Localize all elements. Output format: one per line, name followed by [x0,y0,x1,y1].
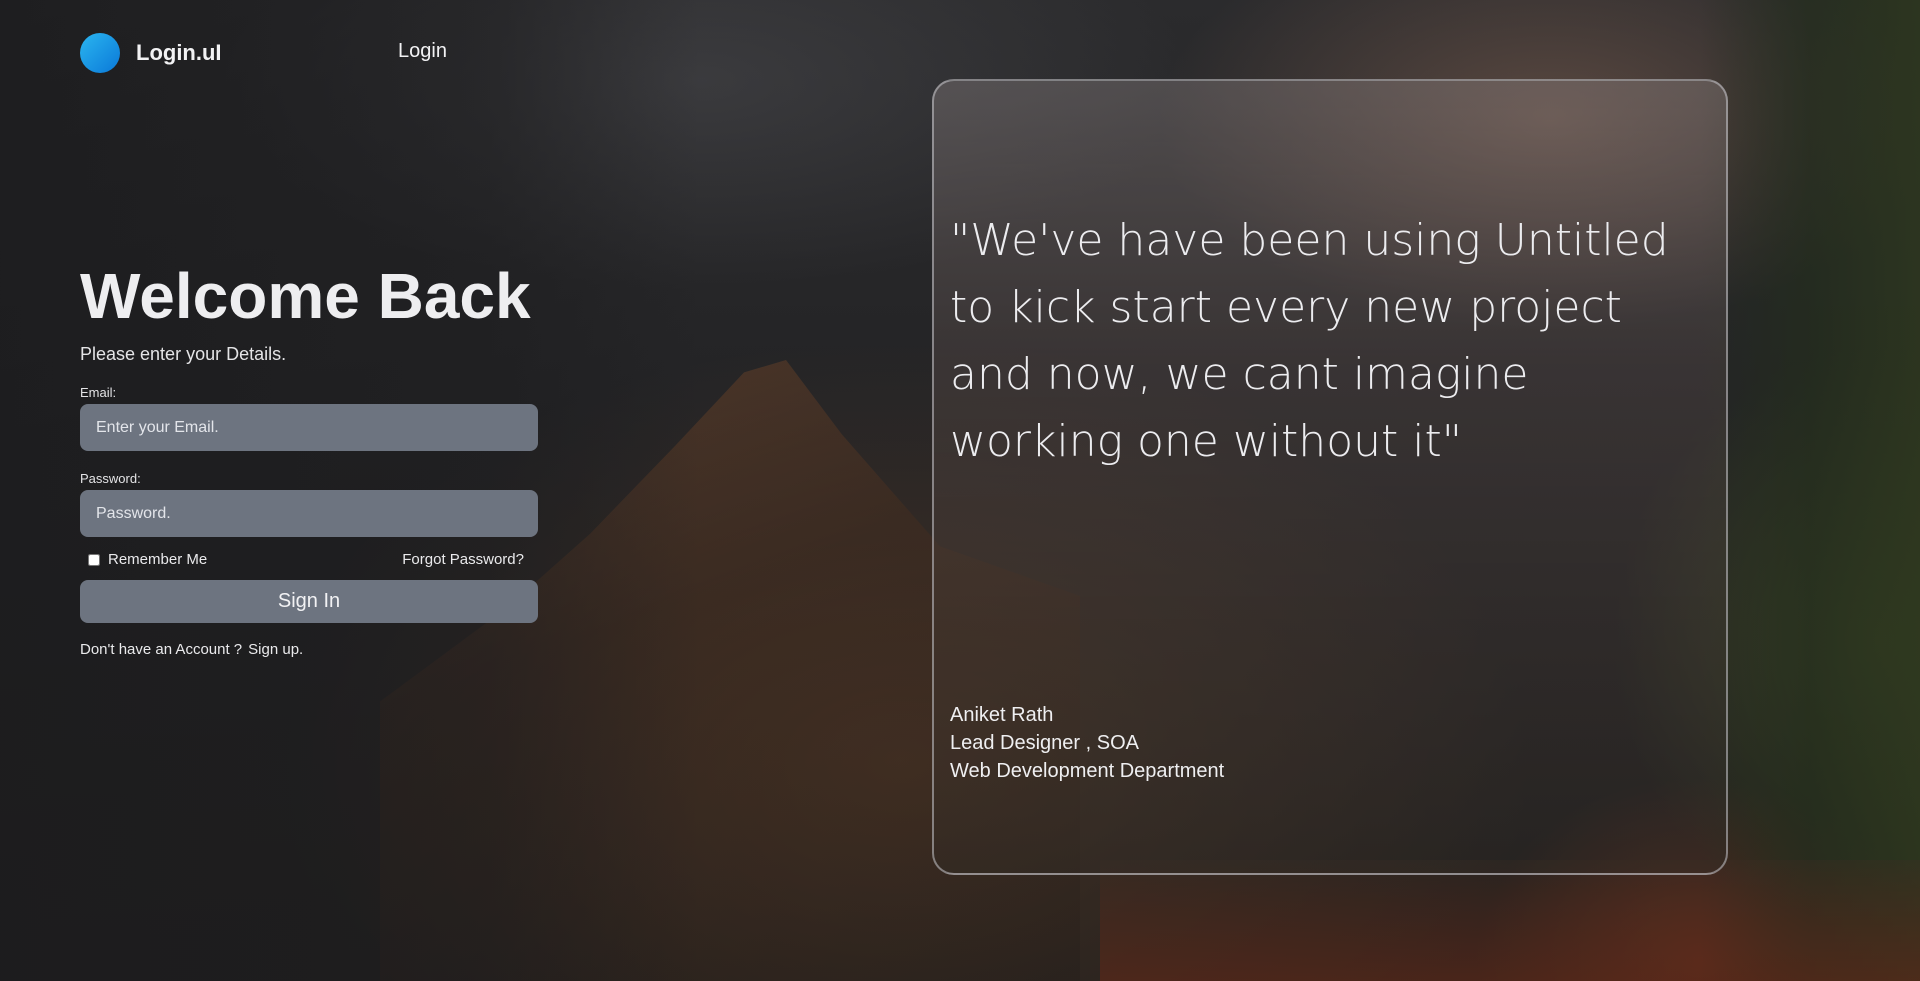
sign-up-link[interactable]: Sign up. [248,641,303,658]
page-subtitle: Please enter your Details. [80,344,287,364]
no-account-text: Don't have an Account ? [80,641,243,658]
remember-me[interactable]: Remember Me [88,551,207,568]
testimonial-quote: "We've have been using Untitled to kick … [950,215,1669,467]
forgot-password-link[interactable]: Forgot Password? [402,551,524,568]
password-label: Password: [80,471,141,486]
author-name: Aniket Rath [950,704,1054,726]
brand-name: Login.uI [136,40,222,65]
circle-logo-icon [80,33,120,73]
login-form: Welcome Back Please enter your Details. … [80,258,540,658]
password-field[interactable] [80,490,538,537]
nav-login-link[interactable]: Login [398,40,447,63]
email-field[interactable] [80,404,538,451]
testimonial-author: Aniket Rath Lead Designer , SOA Web Deve… [950,701,1224,785]
login-page: Login.uI Login Welcome Back Please enter… [0,0,1920,981]
page-title: Welcome Back [80,260,531,332]
signup-row: Don't have an Account ? Sign up. [80,641,540,658]
background-foliage [1700,0,1920,981]
sign-in-button[interactable]: Sign In [80,580,538,623]
testimonial-card: "We've have been using Untitled to kick … [932,79,1728,875]
email-label: Email: [80,385,117,400]
header: Login.uI [80,32,222,74]
background-ground [1100,860,1920,981]
author-role: Lead Designer , SOA [950,732,1139,754]
remember-me-checkbox[interactable] [88,553,100,566]
form-options: Remember Me Forgot Password? [80,551,540,568]
author-department: Web Development Department [950,760,1225,782]
remember-me-label: Remember Me [108,551,208,568]
